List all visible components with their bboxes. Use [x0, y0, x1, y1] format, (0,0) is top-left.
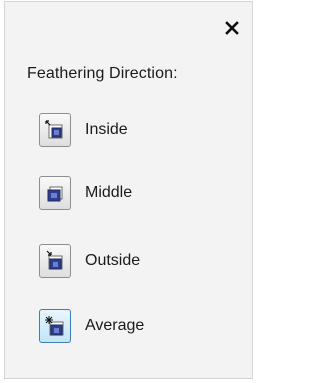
feather-middle-icon: [47, 186, 63, 202]
outside-label: Outside: [85, 252, 141, 269]
option-average[interactable]: Average: [39, 307, 144, 345]
close-icon: [225, 21, 239, 35]
feather-inside-icon: [45, 120, 63, 139]
feathering-direction-heading: Feathering Direction:: [27, 65, 178, 82]
close-button[interactable]: [222, 18, 242, 38]
feather-outside-icon: [46, 250, 63, 270]
middle-label: Middle: [85, 184, 133, 201]
feathering-panel: Feathering Direction: Inside Middle Outs…: [4, 1, 253, 379]
middle-button[interactable]: [39, 176, 71, 210]
option-outside[interactable]: Outside: [39, 242, 140, 280]
inside-label: Inside: [85, 121, 128, 138]
outside-button[interactable]: [39, 244, 71, 278]
inside-button[interactable]: [39, 113, 71, 147]
option-middle[interactable]: Middle: [39, 174, 132, 212]
average-label: Average: [85, 317, 145, 334]
option-inside[interactable]: Inside: [39, 111, 128, 149]
average-button[interactable]: [39, 309, 71, 343]
feather-average-icon: [45, 316, 64, 336]
